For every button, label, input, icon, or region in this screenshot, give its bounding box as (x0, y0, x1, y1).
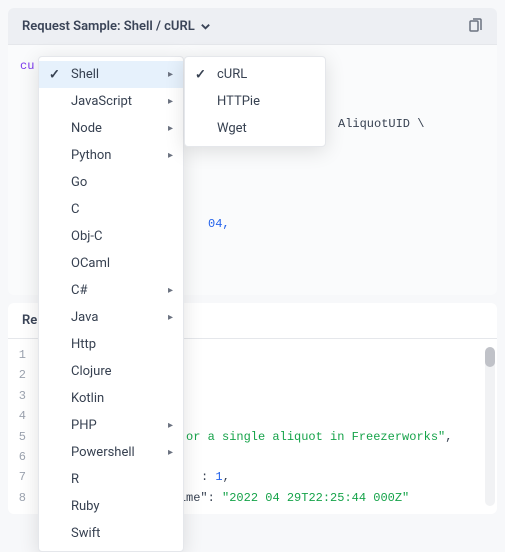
language-menu-item[interactable]: C# ▸ (39, 277, 183, 304)
menu-item-label: JavaScript (71, 94, 132, 109)
language-menu-item[interactable]: Node ▸ (39, 115, 183, 142)
line-number: 5 (8, 427, 36, 447)
check-icon: ✓ (195, 67, 206, 82)
menu-item-label: Java (71, 310, 98, 325)
language-menu-item[interactable]: JavaScript ▸ (39, 88, 183, 115)
code-keyword: cu (20, 59, 34, 73)
submenu-item[interactable]: Wget (185, 115, 325, 142)
language-menu-item[interactable]: ✓ Shell ▸ (39, 61, 183, 88)
menu-item-label: PHP (71, 418, 97, 433)
scrollbar[interactable] (485, 347, 495, 506)
language-menu-item[interactable]: Java ▸ (39, 304, 183, 331)
language-menu-item[interactable]: Ruby (39, 493, 183, 520)
language-menu-item[interactable]: Http (39, 331, 183, 358)
line-number: 1 (8, 345, 36, 365)
menu-item-label: C# (71, 283, 87, 298)
line-number: 4 (8, 406, 36, 426)
chevron-right-icon: ▸ (168, 312, 173, 323)
submenu-item[interactable]: ✓ cURL (185, 61, 325, 88)
menu-item-label: Ruby (71, 499, 100, 514)
code-path-fragment: AliquotUID \ (338, 115, 424, 134)
submenu-item-label: HTTPie (217, 94, 260, 109)
menu-item-label: Python (71, 148, 111, 163)
check-icon: ✓ (49, 67, 60, 82)
language-menu-item[interactable]: Powershell ▸ (39, 439, 183, 466)
dropdown-label: Request Sample: Shell / cURL (22, 19, 195, 34)
language-menu-item[interactable]: Swift (39, 520, 183, 547)
menu-item-label: Obj-C (71, 229, 102, 244)
menu-item-label: C (71, 202, 79, 217)
line-number: 6 (8, 447, 36, 467)
request-panel-header: Request Sample: Shell / cURL (8, 8, 497, 45)
chevron-right-icon: ▸ (168, 69, 173, 80)
submenu-item-label: cURL (217, 67, 247, 82)
menu-item-label: OCaml (71, 256, 110, 271)
copy-icon[interactable] (467, 18, 483, 34)
language-submenu: ✓ cURL HTTPie Wget (184, 56, 326, 147)
language-menu-item[interactable]: R (39, 466, 183, 493)
line-number: 2 (8, 365, 36, 385)
language-menu-item[interactable]: OCaml (39, 250, 183, 277)
language-menu: ✓ Shell ▸ JavaScript ▸ Node ▸ Python ▸ Go C Obj-C OC… (38, 56, 184, 552)
menu-item-label: Http (71, 337, 96, 352)
chevron-right-icon: ▸ (168, 420, 173, 431)
submenu-item[interactable]: HTTPie (185, 88, 325, 115)
language-menu-item[interactable]: Python ▸ (39, 142, 183, 169)
language-menu-item[interactable]: C (39, 196, 183, 223)
language-menu-item[interactable]: Go (39, 169, 183, 196)
menu-item-label: Swift (71, 526, 100, 541)
chevron-right-icon: ▸ (168, 96, 173, 107)
menu-item-label: Node (71, 121, 102, 136)
language-dropdown-trigger[interactable]: Request Sample: Shell / cURL (22, 19, 211, 34)
menu-item-label: Kotlin (71, 391, 104, 406)
menu-item-label: Go (71, 175, 87, 190)
language-menu-item[interactable]: Obj-C (39, 223, 183, 250)
line-number: 3 (8, 386, 36, 406)
chevron-right-icon: ▸ (168, 150, 173, 161)
scrollbar-thumb[interactable] (485, 347, 495, 367)
code-literal: 04, (208, 215, 230, 234)
chevron-right-icon: ▸ (168, 447, 173, 458)
menu-item-label: R (71, 472, 79, 487)
line-number: 8 (8, 488, 36, 508)
chevron-right-icon: ▸ (168, 285, 173, 296)
language-menu-item[interactable]: Kotlin (39, 385, 183, 412)
menu-item-label: Clojure (71, 364, 112, 379)
menu-item-label: Powershell (71, 445, 135, 460)
chevron-down-icon (200, 21, 211, 32)
chevron-right-icon: ▸ (168, 123, 173, 134)
line-number: 7 (8, 467, 36, 487)
menu-item-label: Shell (71, 67, 99, 82)
language-menu-item[interactable]: PHP ▸ (39, 412, 183, 439)
language-menu-item[interactable]: Clojure (39, 358, 183, 385)
submenu-item-label: Wget (217, 121, 247, 136)
